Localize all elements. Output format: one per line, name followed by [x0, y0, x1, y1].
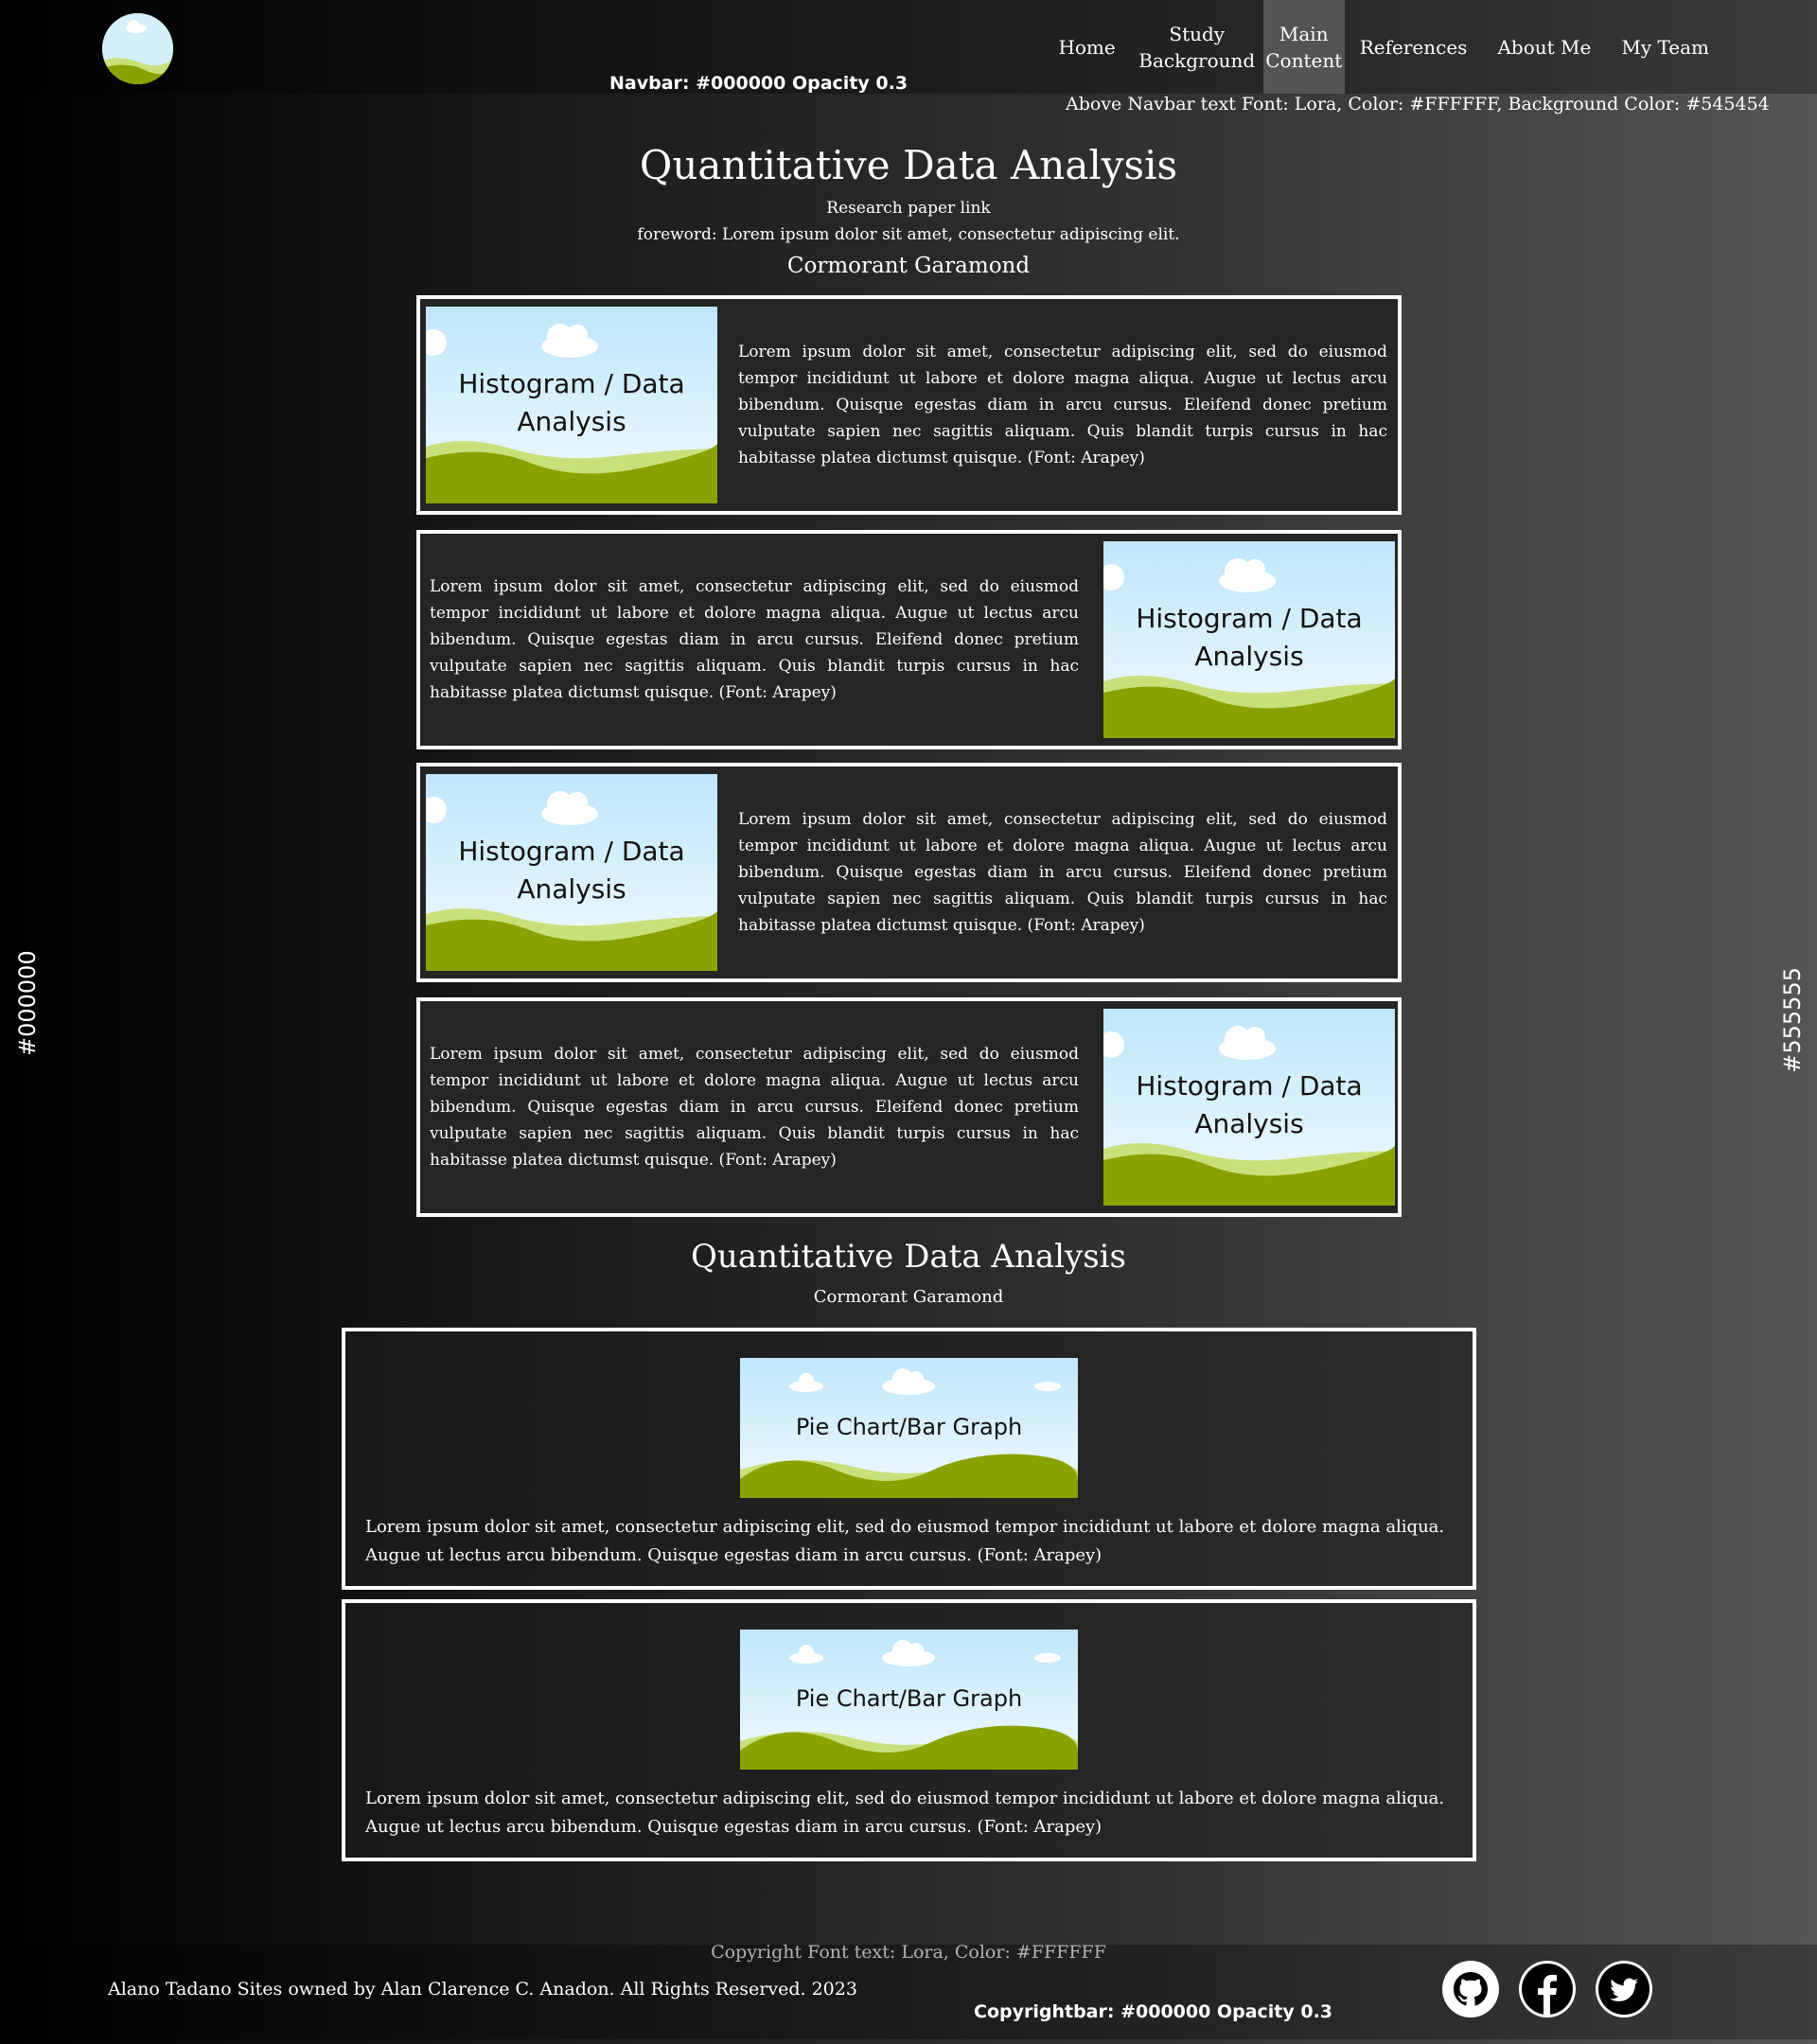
section2-title: Quantitative Data Analysis [691, 1238, 1126, 1276]
image-label: Histogram / Data Analysis [458, 368, 685, 437]
twitter-icon[interactable] [1596, 1961, 1652, 2018]
copyright-bar: Alano Tadano Sites owned by Alan Clarenc… [0, 1945, 1817, 2039]
histogram-image: Histogram / Data Analysis [426, 307, 717, 503]
content-card: Histogram / Data Analysis Lorem ipsum do… [416, 295, 1402, 515]
right-color-label: #555555 [1779, 967, 1806, 1073]
chart-image: Pie Chart/Bar Graph [740, 1630, 1078, 1770]
card-description: Lorem ipsum dolor sit amet, consectetur … [365, 1788, 1445, 1837]
card-description: Lorem ipsum dolor sit amet, consectetur … [738, 343, 1387, 467]
nav-item-my-team[interactable]: My Team [1606, 0, 1817, 94]
copyright-bar-annotation: Copyrightbar: #000000 Opacity 0.3 [974, 2001, 1333, 2022]
image-label: Histogram / Data Analysis [1136, 1070, 1363, 1139]
copyright-text: Alano Tadano Sites owned by Alan Clarenc… [108, 1979, 857, 2000]
histogram-image: Histogram / Data Analysis [1103, 1009, 1395, 1206]
navbar: Home Study Background Main Content Refer… [0, 0, 1817, 94]
content-card: Lorem ipsum dolor sit amet, consectetur … [416, 997, 1402, 1217]
histogram-image: Histogram / Data Analysis [426, 774, 717, 971]
nav-item-main-content[interactable]: Main Content [1262, 0, 1345, 94]
content-card: Histogram / Data Analysis Lorem ipsum do… [416, 763, 1402, 982]
card-description: Lorem ipsum dolor sit amet, consectetur … [365, 1517, 1445, 1565]
card-description: Lorem ipsum dolor sit amet, consectetur … [738, 810, 1387, 935]
nav-item-study-background[interactable]: Study Background [1131, 0, 1263, 94]
section1-title: Quantitative Data Analysis [639, 142, 1178, 188]
github-icon[interactable] [1442, 1961, 1499, 2018]
content-card: Lorem ipsum dolor sit amet, consectetur … [416, 530, 1402, 749]
nav-item-references[interactable]: References [1345, 0, 1483, 94]
histogram-image: Histogram / Data Analysis [1103, 541, 1395, 738]
card-description: Lorem ipsum dolor sit amet, consectetur … [430, 1045, 1079, 1170]
nav-item-about-me[interactable]: About Me [1482, 0, 1606, 94]
foreword-text: foreword: Lorem ipsum dolor sit amet, co… [637, 225, 1180, 244]
wide-content-card: Pie Chart/Bar Graph Lorem ipsum dolor si… [342, 1599, 1476, 1861]
navbar-text-note: Above Navbar text Font: Lora, Color: #FF… [1066, 94, 1770, 115]
research-paper-link[interactable]: Research paper link [0, 199, 1817, 218]
navbar-annotation: Navbar: #000000 Opacity 0.3 [609, 73, 908, 94]
wide-content-card: Pie Chart/Bar Graph Lorem ipsum dolor si… [342, 1328, 1476, 1590]
nav-menu: Home Study Background Main Content Refer… [1043, 0, 1817, 94]
image-label: Pie Chart/Bar Graph [795, 1685, 1023, 1712]
chart-image: Pie Chart/Bar Graph [740, 1358, 1078, 1498]
section1-font-note: Cormorant Garamond [786, 254, 1031, 278]
section2-font-note: Cormorant Garamond [813, 1287, 1004, 1307]
facebook-icon[interactable] [1519, 1961, 1576, 2018]
image-label: Histogram / Data Analysis [458, 836, 685, 905]
image-label: Histogram / Data Analysis [1136, 603, 1363, 672]
logo[interactable] [102, 13, 173, 84]
card-description: Lorem ipsum dolor sit amet, consectetur … [430, 577, 1079, 702]
left-color-label: #000000 [14, 950, 41, 1056]
nav-item-home[interactable]: Home [1043, 0, 1130, 94]
image-label: Pie Chart/Bar Graph [795, 1414, 1023, 1440]
